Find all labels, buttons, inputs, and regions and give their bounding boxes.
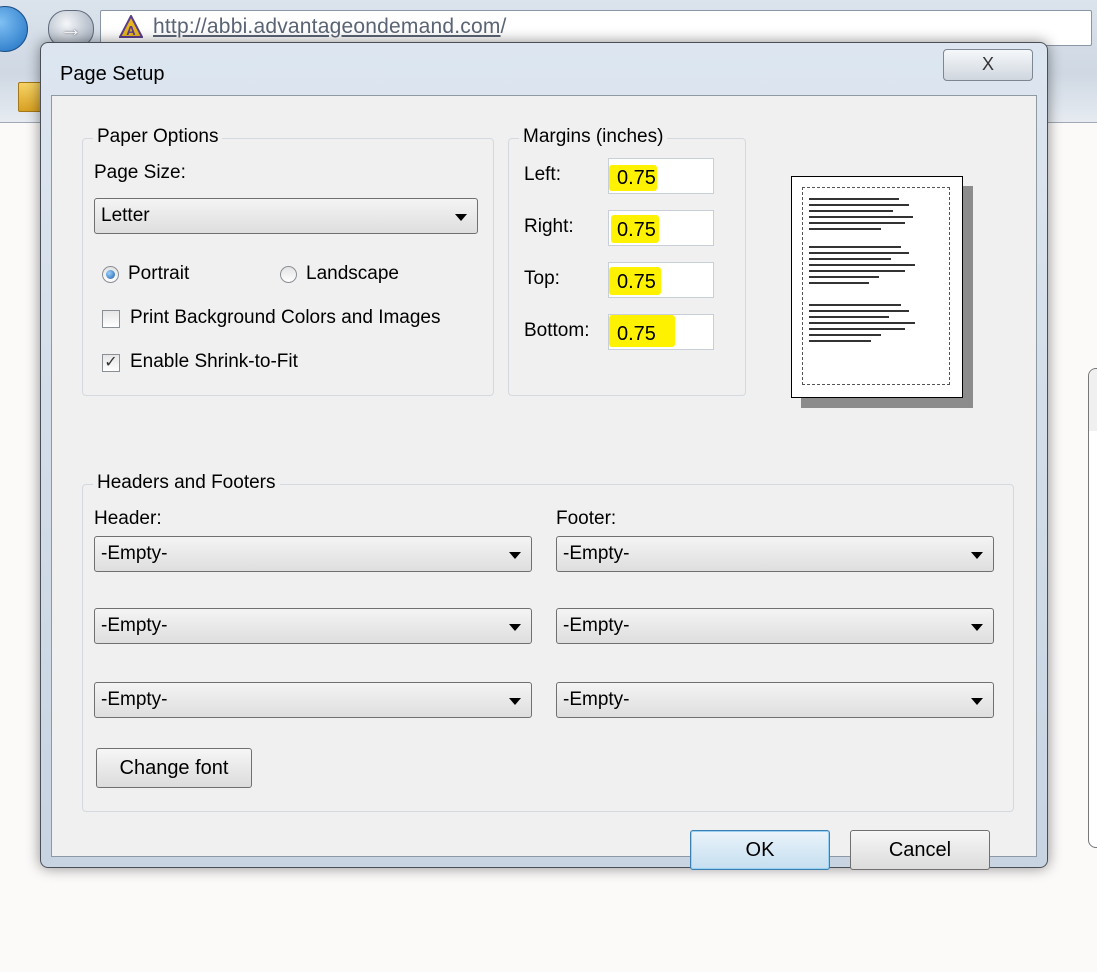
landscape-label: Landscape <box>306 263 399 284</box>
shrink-to-fit-checkbox[interactable]: ✓ <box>102 354 120 372</box>
dialog-title: Page Setup <box>60 63 165 85</box>
margins-label: Margins (inches) <box>519 126 668 148</box>
shrink-to-fit-label: Enable Shrink-to-Fit <box>130 351 298 372</box>
page-size-label: Page Size: <box>94 162 186 183</box>
landscape-radio[interactable] <box>280 266 297 283</box>
chevron-down-icon <box>455 214 467 221</box>
svg-text:A: A <box>126 23 136 38</box>
page-setup-dialog: Page Setup X Paper Options Page Size: Le… <box>40 42 1048 870</box>
portrait-label: Portrait <box>128 263 190 284</box>
chevron-down-icon <box>971 624 983 631</box>
right-margin-input[interactable]: 0.75 <box>608 210 714 246</box>
footer-select-3[interactable]: -Empty- <box>556 682 994 718</box>
page-size-select[interactable]: Letter <box>94 198 478 234</box>
header-select-2[interactable]: -Empty- <box>94 608 532 644</box>
headers-footers-label: Headers and Footers <box>93 472 280 494</box>
close-button[interactable]: X <box>943 49 1033 81</box>
footer-select-2[interactable]: -Empty- <box>556 608 994 644</box>
chevron-down-icon <box>971 552 983 559</box>
header-select-3[interactable]: -Empty- <box>94 682 532 718</box>
portrait-radio[interactable] <box>102 266 119 283</box>
paper-options-label: Paper Options <box>93 126 223 148</box>
change-font-button[interactable]: Change font <box>96 748 252 788</box>
header-select-1[interactable]: -Empty- <box>94 536 532 572</box>
cancel-button[interactable]: Cancel <box>850 830 990 870</box>
bottom-margin-input[interactable]: 0.75 <box>608 314 714 350</box>
chevron-down-icon <box>509 698 521 705</box>
preview-margin-outline <box>802 187 950 385</box>
header-label: Header: <box>94 508 162 529</box>
top-margin-label: Top: <box>524 268 560 289</box>
footer-select-1[interactable]: -Empty- <box>556 536 994 572</box>
chevron-down-icon <box>509 624 521 631</box>
left-margin-value: 0.75 <box>617 167 656 189</box>
favorites-folder-icon[interactable] <box>18 82 42 112</box>
print-background-checkbox[interactable] <box>102 310 120 328</box>
chevron-down-icon <box>971 698 983 705</box>
background-panel <box>1088 368 1097 848</box>
page-size-value: Letter <box>101 205 150 226</box>
address-bar[interactable]: A http://abbi.advantageondemand.com/ <box>100 10 1092 46</box>
left-margin-input[interactable]: 0.75 <box>608 158 714 194</box>
print-background-label: Print Background Colors and Images <box>130 307 441 328</box>
dialog-body: Paper Options Page Size: Letter Portrait… <box>51 95 1037 870</box>
right-margin-label: Right: <box>524 216 574 237</box>
bottom-margin-label: Bottom: <box>524 320 590 341</box>
bottom-margin-value: 0.75 <box>617 323 656 345</box>
back-button[interactable] <box>0 6 28 52</box>
page-preview <box>791 176 963 398</box>
top-margin-value: 0.75 <box>617 271 656 293</box>
chevron-down-icon <box>509 552 521 559</box>
url-text: http://abbi.advantageondemand.com/ <box>153 15 507 38</box>
footer-label: Footer: <box>556 508 617 529</box>
right-margin-value: 0.75 <box>617 219 656 241</box>
top-margin-input[interactable]: 0.75 <box>608 262 714 298</box>
left-margin-label: Left: <box>524 164 561 185</box>
site-favicon-icon: A <box>119 15 143 38</box>
ok-button[interactable]: OK <box>690 830 830 870</box>
